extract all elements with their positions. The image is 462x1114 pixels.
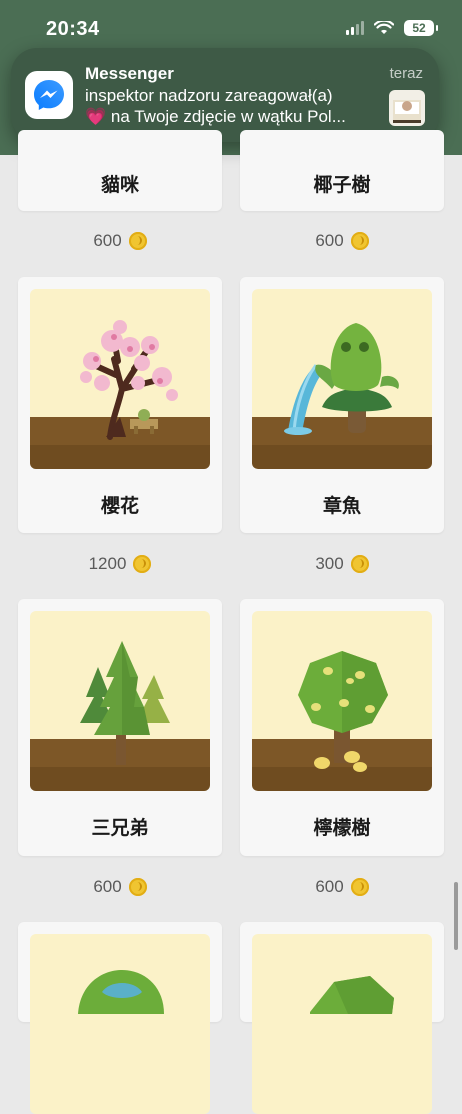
price-value: 300 — [315, 554, 344, 573]
coin-icon — [133, 555, 152, 573]
lemon-tree-illustration — [252, 611, 432, 791]
notification-time: teraz — [389, 65, 423, 82]
coin-icon — [350, 232, 369, 250]
notification-line-1: inspektor nadzoru zareagował(a) — [85, 86, 333, 105]
tree-name: 章魚 — [322, 496, 361, 517]
coin-icon — [128, 878, 147, 896]
tree-name: 椰子樹 — [313, 175, 371, 196]
tree-card-lemon[interactable]: 檸檬樹 — [240, 599, 444, 856]
price-value: 600 — [315, 231, 344, 250]
cellular-signal-icon — [346, 21, 364, 35]
battery-icon: 52 — [404, 20, 438, 36]
tree-card-cherry-blossom[interactable]: 櫻花 — [18, 277, 222, 533]
tree-name: 櫻花 — [100, 496, 139, 517]
tree-price: 300 — [240, 554, 444, 574]
notification-photo-thumbnail — [389, 90, 425, 126]
partial-tree-illustration — [252, 934, 432, 1114]
price-value: 600 — [315, 877, 344, 896]
price-value: 600 — [93, 231, 122, 250]
tree-card-octopus[interactable]: 章魚 — [240, 277, 444, 533]
tree-price: 600 — [240, 877, 444, 897]
tree-card-three-brothers[interactable]: 三兄弟 — [18, 599, 222, 856]
coin-icon — [350, 878, 369, 896]
tree-card-cat[interactable]: 貓咪 — [18, 130, 222, 211]
tree-card-partial-left[interactable] — [18, 922, 222, 1114]
wifi-icon — [374, 21, 394, 34]
notification-app-name: Messenger — [85, 64, 174, 83]
tree-name: 檸檬樹 — [313, 818, 371, 839]
messenger-app-icon — [25, 71, 73, 119]
octopus-tree-illustration — [252, 289, 432, 469]
tree-price: 600 — [240, 231, 444, 251]
partial-tree-illustration — [30, 934, 210, 1114]
scroll-indicator[interactable] — [454, 882, 458, 950]
tree-price: 600 — [18, 877, 222, 897]
tree-name: 三兄弟 — [91, 818, 149, 839]
clock: 20:34 — [46, 18, 100, 40]
notification-body: inspektor nadzoru zareagował(a) 💗 na Two… — [85, 85, 375, 127]
three-brothers-tree-illustration — [30, 611, 210, 791]
tree-name: 貓咪 — [100, 175, 139, 196]
notification-line-2: 💗 na Twoje zdjęcie w wątku Pol... — [85, 107, 346, 126]
cherry-blossom-tree-illustration — [30, 289, 210, 469]
coin-icon — [350, 555, 369, 573]
tree-price: 600 — [18, 231, 222, 251]
messenger-notification[interactable]: Messenger teraz inspektor nadzoru zareag… — [11, 48, 439, 142]
tree-card-partial-right[interactable] — [240, 922, 444, 1114]
price-value: 1200 — [88, 554, 127, 573]
coin-icon — [128, 232, 147, 250]
price-value: 600 — [93, 877, 122, 896]
tree-card-coconut[interactable]: 椰子樹 — [240, 130, 444, 211]
tree-price: 1200 — [18, 554, 222, 574]
